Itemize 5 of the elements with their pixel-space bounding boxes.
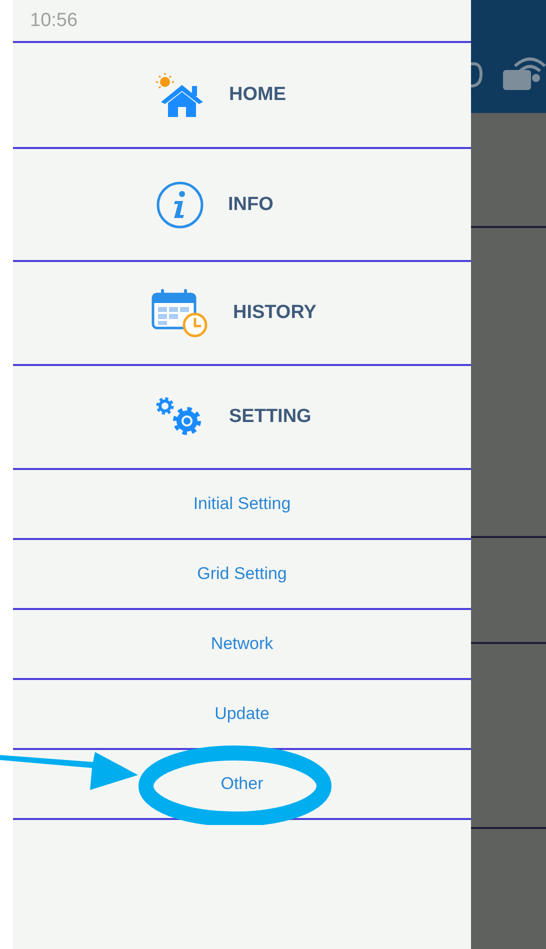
info-icon: [156, 180, 204, 228]
status-time: 10:56: [30, 10, 78, 32]
calendar-clock-icon: [151, 288, 209, 338]
menu-item[interactable]: HISTORY: [13, 262, 471, 366]
house-with-sun-icon: [155, 72, 205, 118]
